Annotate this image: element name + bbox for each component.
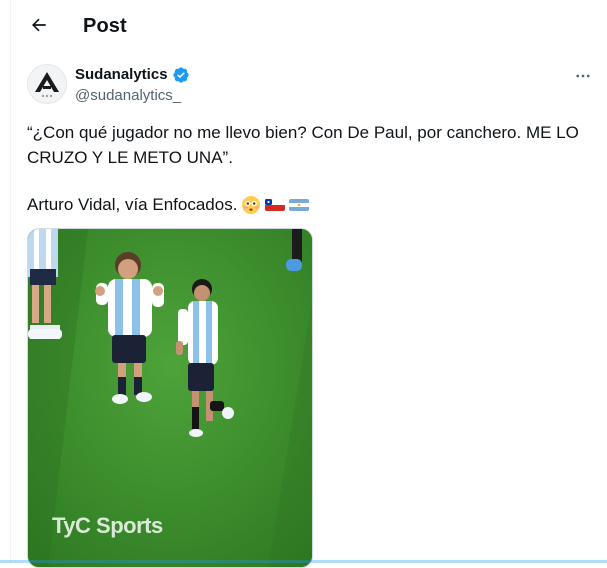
flushed-face-emoji-icon — [242, 195, 261, 214]
tweet-text: “¿Con qué jugador no me llevo bien? Con … — [27, 123, 584, 167]
more-options-button[interactable] — [573, 66, 593, 86]
chile-flag-icon — [265, 198, 286, 211]
back-button[interactable] — [27, 13, 51, 37]
column-divider — [10, 0, 11, 563]
tweet-text-line2: Arturo Vidal, vía Enfocados. — [27, 192, 310, 217]
sudanalytics-logo-icon — [35, 72, 59, 98]
tweet-text-attribution: Arturo Vidal, vía Enfocados. — [27, 195, 238, 214]
avatar[interactable] — [27, 64, 67, 104]
author-name[interactable]: Sudanalytics — [75, 66, 168, 83]
video-watermark: TyC Sports — [52, 513, 163, 538]
page-title: Post — [83, 15, 127, 37]
more-dots-icon — [576, 74, 590, 78]
tweet-video[interactable]: TyC Sports — [27, 228, 313, 568]
arrow-left-icon — [32, 18, 46, 32]
verified-badge-icon — [173, 67, 189, 83]
author-handle[interactable]: @sudanalytics_ — [75, 87, 181, 104]
post-header: Post — [11, 0, 607, 53]
argentina-flag-icon — [289, 198, 310, 211]
